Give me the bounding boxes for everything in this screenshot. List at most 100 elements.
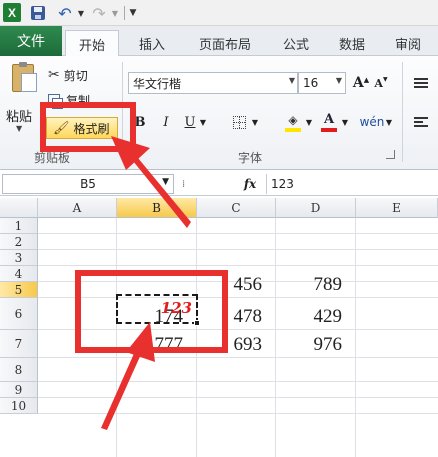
excel-logo-icon[interactable]: X bbox=[3, 3, 21, 22]
grid-row-line bbox=[38, 413, 438, 414]
chevron-down-icon: ▼ bbox=[305, 117, 313, 127]
cell-d5[interactable]: 789 bbox=[276, 274, 346, 296]
italic-button[interactable]: I bbox=[156, 111, 176, 133]
column-header-c[interactable]: C bbox=[197, 198, 276, 218]
chevron-down-icon: ▼ bbox=[385, 117, 393, 127]
font-size-combobox[interactable]: 16 ▼ bbox=[298, 72, 346, 94]
chevron-down-icon[interactable]: ▼ bbox=[162, 177, 169, 187]
row-header-9[interactable]: 9 bbox=[0, 382, 38, 398]
fill-color-swatch bbox=[285, 127, 301, 132]
name-box-value: B5 bbox=[80, 177, 96, 191]
cell-d7[interactable]: 976 bbox=[276, 334, 346, 356]
font-name-combobox[interactable]: 华文行楷 ▼ bbox=[128, 72, 298, 94]
grid-row-line bbox=[38, 381, 438, 382]
name-box[interactable]: B5 ▼ bbox=[2, 174, 174, 194]
align-top-icon bbox=[414, 78, 428, 80]
grid-row-line bbox=[38, 397, 438, 398]
annotation-box-target-cell bbox=[75, 270, 228, 353]
paste-button[interactable]: 粘贴 ▼ bbox=[6, 62, 40, 140]
row-header-4[interactable]: 4 bbox=[0, 266, 38, 282]
undo-dropdown[interactable]: ▼ bbox=[76, 3, 86, 23]
grid-column-line bbox=[355, 218, 356, 457]
save-button[interactable] bbox=[28, 3, 48, 23]
column-header-e[interactable]: E bbox=[356, 198, 438, 218]
tab-data[interactable]: 数据 bbox=[328, 30, 376, 56]
insert-function-button[interactable]: fx bbox=[238, 174, 262, 194]
redo-icon: ↷ bbox=[92, 3, 106, 23]
redo-dropdown[interactable]: ▼ bbox=[110, 3, 120, 23]
phonetic-guide-button[interactable]: wén bbox=[359, 111, 385, 133]
save-icon bbox=[31, 6, 45, 20]
fill-color-dropdown[interactable]: ▼ bbox=[304, 111, 314, 133]
underline-dropdown[interactable]: ▼ bbox=[198, 111, 208, 133]
font-color-icon: A bbox=[323, 111, 335, 127]
undo-button[interactable]: ↶ bbox=[54, 3, 76, 23]
align-left-button[interactable] bbox=[410, 111, 432, 133]
tab-review[interactable]: 审阅 bbox=[384, 30, 432, 56]
formula-bar-resize-handle[interactable]: ⁞ bbox=[182, 176, 192, 192]
row-header-7[interactable]: 7 bbox=[0, 330, 38, 358]
borders-dropdown[interactable]: ▼ bbox=[250, 111, 260, 133]
grid-row-line bbox=[38, 265, 438, 266]
column-header-b[interactable]: B bbox=[117, 198, 197, 218]
row-header-8[interactable]: 8 bbox=[0, 358, 38, 382]
row-header-1[interactable]: 1 bbox=[0, 218, 38, 234]
align-top-button[interactable] bbox=[410, 72, 432, 94]
cut-button[interactable]: ✂ 剪切 bbox=[48, 64, 108, 86]
redo-button[interactable]: ↷ bbox=[88, 3, 110, 23]
qat-separator bbox=[124, 6, 125, 20]
tab-formulas[interactable]: 公式 bbox=[272, 30, 320, 56]
align-line bbox=[414, 125, 428, 127]
title-bar: X ↶ ▼ ↷ ▼ ▼ bbox=[0, 0, 438, 26]
font-size-value: 16 bbox=[303, 76, 319, 90]
font-name-value: 华文行楷 bbox=[133, 76, 182, 91]
undo-icon: ↶ bbox=[58, 3, 72, 23]
cell-d6[interactable]: 429 bbox=[276, 306, 346, 328]
border-icon bbox=[232, 115, 246, 129]
select-all-corner[interactable] bbox=[0, 198, 38, 218]
paste-icon bbox=[12, 62, 37, 92]
shrink-font-button[interactable]: A ▼ bbox=[373, 72, 389, 94]
chevron-down-icon: ▼ bbox=[251, 117, 259, 127]
cut-label: 剪切 bbox=[63, 68, 88, 83]
row-header-3[interactable]: 3 bbox=[0, 250, 38, 266]
align-line bbox=[414, 121, 423, 123]
row-header-10[interactable]: 10 bbox=[0, 398, 38, 414]
row-header-2[interactable]: 2 bbox=[0, 234, 38, 250]
annotation-box-format-painter bbox=[40, 102, 136, 152]
font-color-button[interactable]: A bbox=[318, 111, 340, 133]
font-color-dropdown[interactable]: ▼ bbox=[340, 111, 350, 133]
tab-insert[interactable]: 插入 bbox=[128, 30, 176, 56]
phonetic-guide-icon: wén bbox=[359, 115, 385, 129]
grow-font-button[interactable]: A ▲ bbox=[352, 72, 370, 94]
chevron-down-icon[interactable]: ▼ bbox=[289, 76, 295, 85]
column-header-d[interactable]: D bbox=[276, 198, 356, 218]
chevron-down-icon: ▼ bbox=[199, 117, 207, 127]
column-header-a[interactable]: A bbox=[38, 198, 117, 218]
font-group-label: 字体 bbox=[238, 151, 263, 165]
phonetic-guide-dropdown[interactable]: ▼ bbox=[384, 111, 394, 133]
row-header-6[interactable]: 6 bbox=[0, 298, 38, 330]
tab-page-layout[interactable]: 页面布局 bbox=[186, 30, 264, 56]
tab-file[interactable]: 文件 bbox=[0, 26, 62, 56]
formula-bar: B5 ▼ ⁞ fx 123 bbox=[0, 172, 438, 196]
arrow-up-icon: ▲ bbox=[363, 74, 370, 84]
ribbon-tab-bar: 文件 开始 插入 页面布局 公式 数据 审阅 bbox=[0, 26, 438, 57]
font-color-swatch bbox=[321, 127, 337, 132]
tab-home[interactable]: 开始 bbox=[65, 30, 119, 57]
grid-row-line bbox=[38, 233, 438, 234]
chevron-down-icon: ▼ bbox=[111, 8, 119, 18]
fill-color-button[interactable]: ◈ bbox=[282, 111, 304, 133]
chevron-down-icon: ▼ bbox=[129, 8, 137, 18]
font-dialog-launcher[interactable] bbox=[386, 150, 395, 159]
chevron-down-icon[interactable]: ▼ bbox=[336, 76, 342, 85]
align-left-icon bbox=[414, 117, 428, 119]
row-header-5[interactable]: 5 bbox=[0, 282, 38, 298]
customize-qat-button[interactable]: ▼ bbox=[128, 3, 138, 23]
chevron-down-icon: ▼ bbox=[16, 124, 23, 133]
formula-input[interactable]: 123 bbox=[266, 174, 436, 194]
borders-button[interactable] bbox=[228, 111, 250, 133]
paste-label: 粘贴 bbox=[6, 110, 33, 125]
grid-row-line bbox=[38, 249, 438, 250]
underline-button[interactable]: U bbox=[180, 111, 200, 133]
